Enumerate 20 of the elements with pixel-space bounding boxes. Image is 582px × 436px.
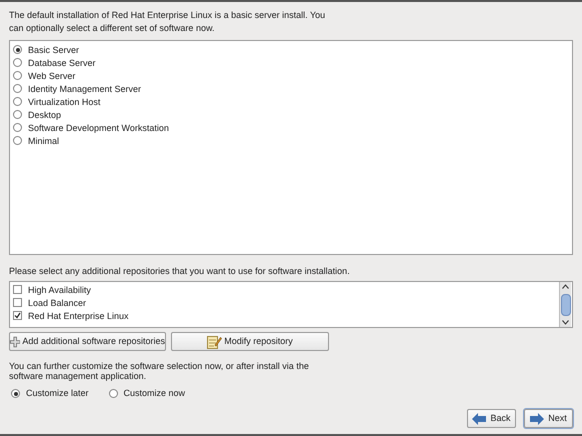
back-button[interactable]: Back xyxy=(467,409,516,428)
profile-option[interactable]: Identity Management Server xyxy=(28,82,142,94)
customize-option[interactable]: Customize later xyxy=(26,387,89,400)
next-button[interactable]: Next xyxy=(524,409,573,428)
intro-text: The default installation of Red Hat Enterprise Linux is a basic server install. You can optionally select a different set of software now. xyxy=(9,9,326,35)
add-repositories-button[interactable]: Add additional software repositories xyxy=(9,332,166,351)
repository-option[interactable]: Load Balancer xyxy=(28,296,86,308)
customize-text: You can further customize the software selection now, or after install via the software management application. xyxy=(9,361,310,381)
profile-option[interactable]: Basic Server xyxy=(28,44,80,56)
modify-repository-button[interactable]: Modify repository xyxy=(171,332,329,351)
repository-option[interactable]: High Availability xyxy=(28,284,91,296)
profile-option[interactable]: Virtualization Host xyxy=(28,96,100,108)
repositories-label: Please select any additional repositories that you want to use for software installation. xyxy=(9,265,351,278)
profile-option[interactable]: Database Server xyxy=(28,56,96,68)
profile-option[interactable]: Minimal xyxy=(28,134,60,146)
profile-option[interactable]: Web Server xyxy=(28,70,76,82)
profile-option[interactable]: Desktop xyxy=(28,108,62,120)
customize-option[interactable]: Customize now xyxy=(124,387,186,400)
repository-option[interactable]: Red Hat Enterprise Linux xyxy=(28,310,129,322)
profile-option[interactable]: Software Development Workstation xyxy=(28,122,169,134)
